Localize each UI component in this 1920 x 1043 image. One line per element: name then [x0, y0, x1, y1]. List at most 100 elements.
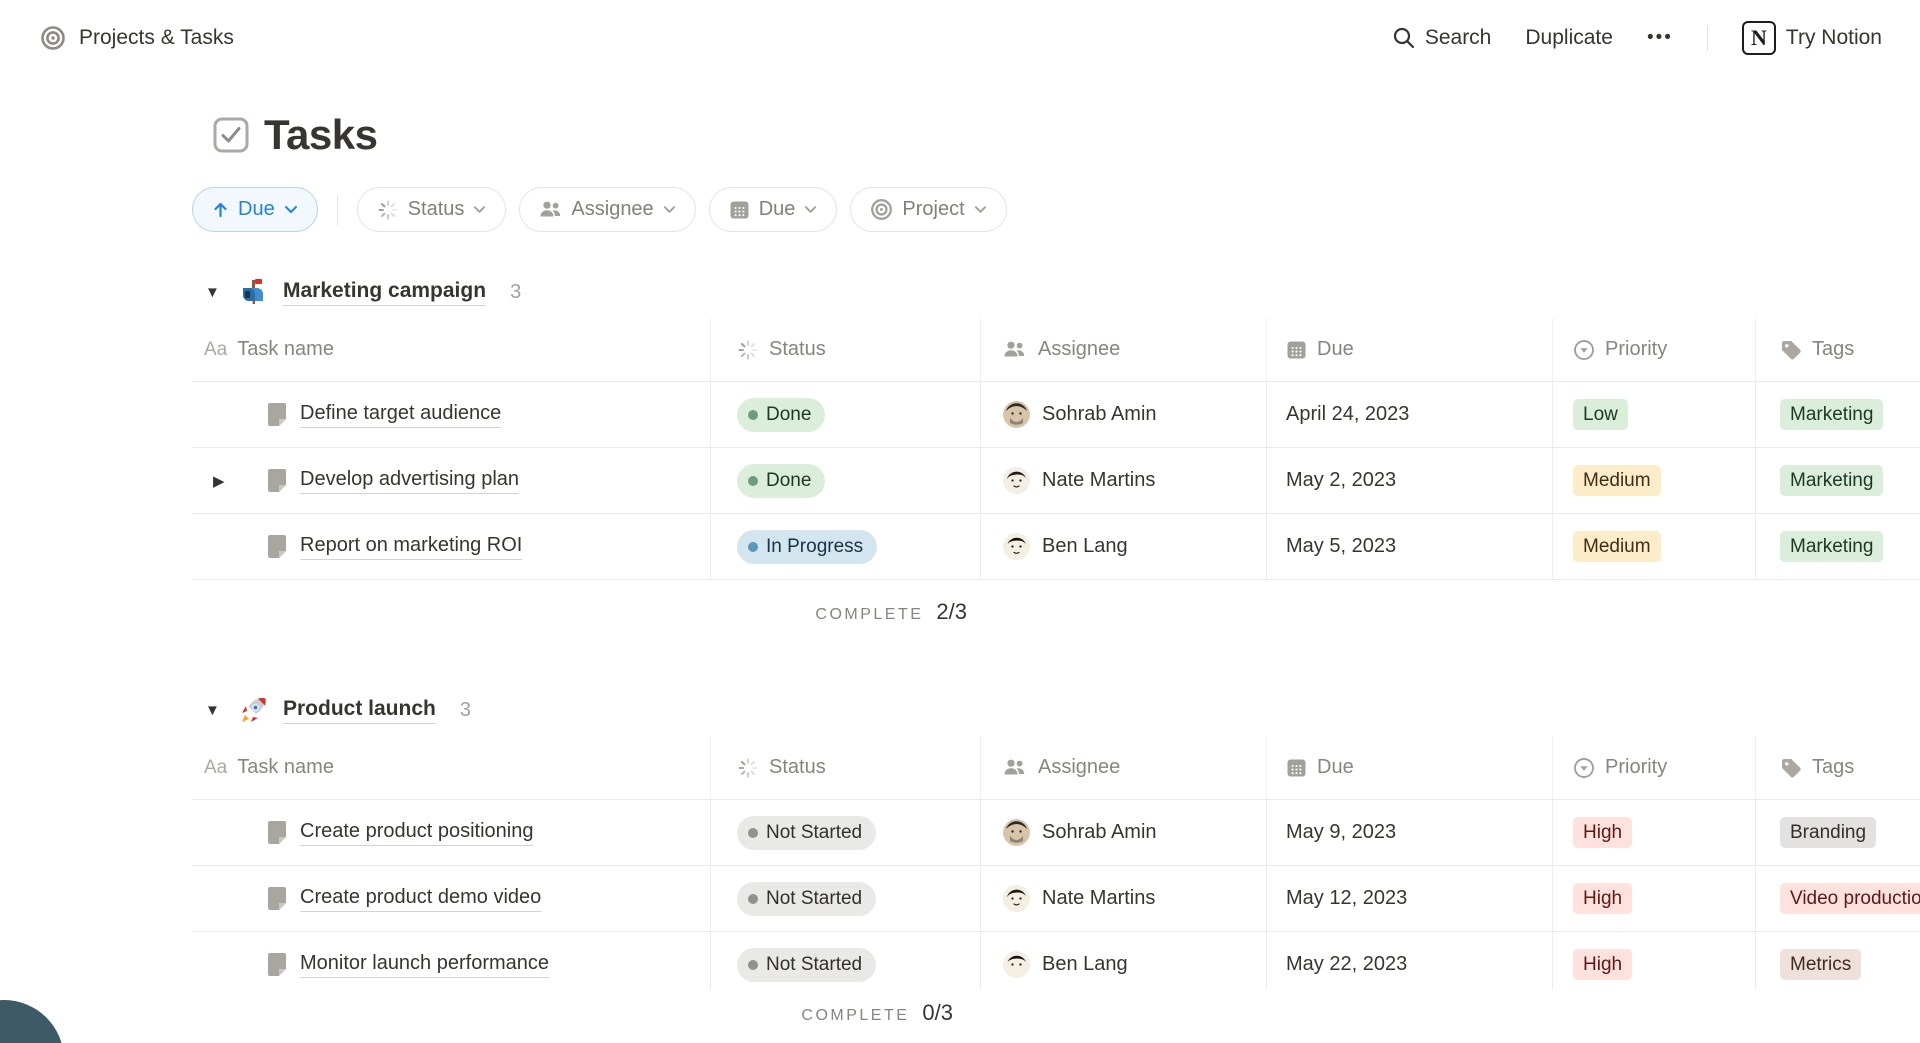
column-header-task-name[interactable]: Aa Task name	[192, 736, 711, 799]
status-cell[interactable]: Not Started	[711, 932, 981, 997]
task-name-cell[interactable]: Report on marketing ROI	[192, 514, 711, 579]
priority-cell[interactable]: High	[1553, 866, 1756, 931]
breadcrumb-label: Projects & Tasks	[79, 26, 234, 50]
task-name-cell[interactable]: Create product positioning	[192, 800, 711, 865]
assignee-cell[interactable]: Sohrab Amin	[981, 800, 1267, 865]
toolbar-divider	[337, 195, 338, 225]
row-expand-icon[interactable]: ▶	[213, 472, 225, 490]
sort-arrow-up-icon	[212, 201, 229, 218]
text-property-icon: Aa	[204, 757, 227, 779]
status-dot-icon	[748, 542, 758, 552]
column-header-tags[interactable]: Tags	[1756, 736, 1920, 799]
due-cell[interactable]: May 5, 2023	[1267, 514, 1553, 579]
tag-pill: Video production	[1780, 883, 1920, 915]
task-name-cell[interactable]: ▶ Develop advertising plan	[192, 448, 711, 513]
status-pill[interactable]: Done	[737, 464, 825, 498]
column-header-task-name[interactable]: Aa Task name	[192, 318, 711, 381]
duplicate-button[interactable]: Duplicate	[1525, 26, 1613, 50]
status-cell[interactable]: Done	[711, 382, 981, 447]
group-title[interactable]: Marketing campaign	[283, 279, 486, 306]
filter-assignee-button[interactable]: Assignee	[519, 187, 695, 232]
group-collapse-icon[interactable]: ▼	[205, 702, 225, 719]
status-pill[interactable]: Not Started	[737, 882, 876, 916]
due-cell[interactable]: April 24, 2023	[1267, 382, 1553, 447]
column-header-status[interactable]: Status	[711, 318, 981, 381]
column-header-priority[interactable]: Priority	[1553, 736, 1756, 799]
priority-cell[interactable]: Medium	[1553, 514, 1756, 579]
priority-cell[interactable]: High	[1553, 800, 1756, 865]
status-cell[interactable]: Not Started	[711, 866, 981, 931]
tags-cell[interactable]: Metrics	[1756, 932, 1920, 997]
task-name-cell[interactable]: Monitor launch performance	[192, 932, 711, 997]
task-name-cell[interactable]: Define target audience	[192, 382, 711, 447]
task-title-link[interactable]: Monitor launch performance	[300, 952, 549, 978]
tags-cell[interactable]: Marketing	[1756, 514, 1920, 579]
group-collapse-icon[interactable]: ▼	[205, 284, 225, 301]
status-cell[interactable]: In Progress	[711, 514, 981, 579]
table-row[interactable]: Create product positioning Not Started S…	[192, 800, 1920, 866]
table-header-row: Aa Task name Status	[192, 736, 1920, 800]
tags-cell[interactable]: Video production	[1756, 866, 1920, 931]
sort-label: Due	[238, 198, 275, 221]
page-icon	[266, 468, 288, 494]
breadcrumb[interactable]: Projects & Tasks	[40, 25, 234, 51]
try-notion-label: Try Notion	[1786, 26, 1882, 50]
filter-project-button[interactable]: Project	[850, 187, 1006, 232]
table-row[interactable]: Report on marketing ROI In Progress Ben …	[192, 514, 1920, 580]
task-name-cell[interactable]: Create product demo video	[192, 866, 711, 931]
column-label: Task name	[237, 338, 334, 361]
group-title[interactable]: Product launch	[283, 697, 436, 724]
status-pill[interactable]: Not Started	[737, 816, 876, 850]
status-label: Done	[766, 404, 811, 426]
priority-cell[interactable]: Low	[1553, 382, 1756, 447]
task-title-link[interactable]: Define target audience	[300, 402, 501, 428]
due-cell[interactable]: May 9, 2023	[1267, 800, 1553, 865]
status-cell[interactable]: Not Started	[711, 800, 981, 865]
table-row[interactable]: Monitor launch performance Not Started B…	[192, 932, 1920, 998]
task-title-link[interactable]: Create product demo video	[300, 886, 541, 912]
tags-cell[interactable]: Marketing	[1756, 382, 1920, 447]
column-header-priority[interactable]: Priority	[1553, 318, 1756, 381]
status-cell[interactable]: Done	[711, 448, 981, 513]
column-header-assignee[interactable]: Assignee	[981, 318, 1267, 381]
page-title[interactable]: Tasks	[264, 111, 377, 159]
tags-cell[interactable]: Marketing	[1756, 448, 1920, 513]
due-cell[interactable]: May 22, 2023	[1267, 932, 1553, 997]
priority-tag: Low	[1573, 399, 1628, 431]
column-header-status[interactable]: Status	[711, 736, 981, 799]
assignee-cell[interactable]: Nate Martins	[981, 448, 1267, 513]
status-label: Done	[766, 470, 811, 492]
tag-icon	[1780, 339, 1802, 361]
table-row[interactable]: Define target audience Done Sohrab Amin …	[192, 382, 1920, 448]
assignee-name: Sohrab Amin	[1042, 821, 1157, 844]
task-title-link[interactable]: Report on marketing ROI	[300, 534, 522, 560]
column-header-due[interactable]: Due	[1267, 736, 1553, 799]
table-row[interactable]: ▶ Develop advertising plan Done Nate Mar…	[192, 448, 1920, 514]
column-header-assignee[interactable]: Assignee	[981, 736, 1267, 799]
assignee-cell[interactable]: Ben Lang	[981, 932, 1267, 997]
tags-cell[interactable]: Branding	[1756, 800, 1920, 865]
open-mailbox-icon	[239, 277, 269, 307]
column-header-tags[interactable]: Tags	[1756, 318, 1920, 381]
assignee-cell[interactable]: Nate Martins	[981, 866, 1267, 931]
due-cell[interactable]: May 12, 2023	[1267, 866, 1553, 931]
task-title-link[interactable]: Create product positioning	[300, 820, 533, 846]
priority-cell[interactable]: Medium	[1553, 448, 1756, 513]
due-cell[interactable]: May 2, 2023	[1267, 448, 1553, 513]
status-pill[interactable]: In Progress	[737, 530, 877, 564]
search-button[interactable]: Search	[1392, 26, 1492, 50]
status-pill[interactable]: Not Started	[737, 948, 876, 982]
status-pill[interactable]: Done	[737, 398, 825, 432]
filter-status-button[interactable]: Status	[357, 187, 507, 232]
assignee-cell[interactable]: Sohrab Amin	[981, 382, 1267, 447]
priority-cell[interactable]: High	[1553, 932, 1756, 997]
more-options-button[interactable]: •••	[1647, 27, 1673, 49]
assignee-cell[interactable]: Ben Lang	[981, 514, 1267, 579]
try-notion-button[interactable]: N Try Notion	[1742, 21, 1882, 55]
table-row[interactable]: Create product demo video Not Started Na…	[192, 866, 1920, 932]
tag-pill: Metrics	[1780, 949, 1861, 981]
task-title-link[interactable]: Develop advertising plan	[300, 468, 519, 494]
sort-due-button[interactable]: Due	[192, 187, 318, 232]
filter-due-button[interactable]: Due	[709, 187, 838, 232]
column-header-due[interactable]: Due	[1267, 318, 1553, 381]
